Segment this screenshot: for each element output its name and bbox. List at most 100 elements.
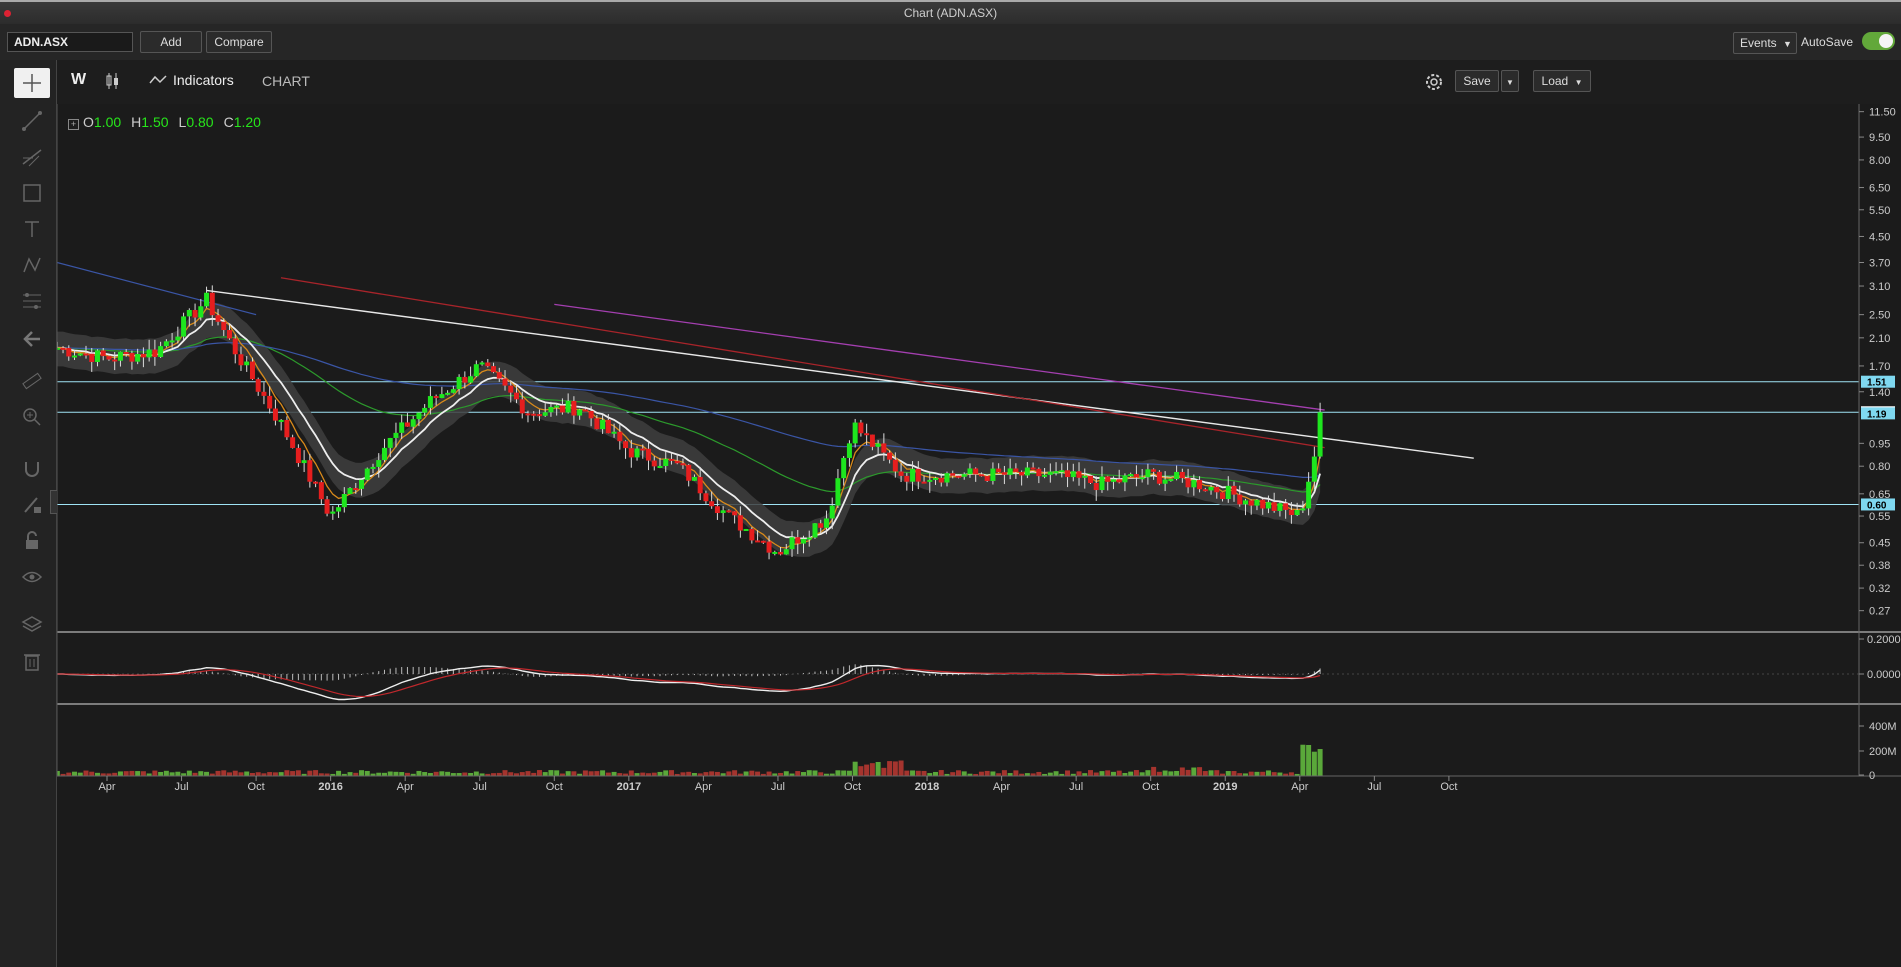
candle-body [60, 347, 66, 350]
symbol-input[interactable] [7, 32, 133, 52]
candle-body [479, 362, 485, 365]
gear-icon[interactable] [1423, 71, 1445, 98]
candle-body [755, 540, 761, 543]
candle [347, 487, 353, 494]
volume-bar [588, 771, 594, 776]
back-arrow-icon[interactable] [14, 324, 50, 354]
candle-body [1300, 508, 1306, 511]
candle-body [927, 479, 933, 482]
candle-body [261, 391, 267, 396]
volume-bar [347, 772, 353, 776]
volume-bar [1145, 770, 1151, 776]
candle-body [169, 340, 175, 343]
indicators-button[interactable]: Indicators [149, 72, 234, 92]
volume-bar [835, 770, 841, 776]
volume-bar [508, 772, 514, 776]
volume-bar [1156, 771, 1162, 776]
volume-bar [898, 760, 904, 776]
candle-body [588, 410, 594, 419]
candle-body [439, 394, 445, 399]
price-chart[interactable]: 11.50 9.50 8.00 6.50 5.50 4.50 3.70 3.10 2.50 2.1… [57, 104, 1901, 967]
volume-bar [904, 770, 910, 776]
save-button[interactable]: Save [1455, 70, 1499, 92]
candle-body [232, 338, 238, 355]
candle-body [1082, 475, 1088, 478]
trash-icon[interactable] [14, 646, 50, 676]
expand-legend-icon[interactable]: + [68, 119, 79, 130]
volume-bar [336, 770, 342, 776]
volume-bar [175, 771, 181, 776]
eye-icon[interactable] [14, 562, 50, 592]
candle-body [691, 476, 697, 481]
candle-body [973, 468, 979, 475]
candle-body [1099, 476, 1105, 491]
volume-bar [1053, 771, 1059, 776]
candle-body [1156, 471, 1162, 484]
candle-body [1116, 479, 1122, 483]
volume-bar [1191, 767, 1197, 776]
trendline-icon[interactable] [14, 106, 50, 136]
candle-body [244, 361, 250, 366]
candle-body [324, 499, 330, 514]
add-button[interactable]: Add [140, 31, 202, 53]
candle-body [1237, 494, 1243, 505]
high-value: 1.50 [141, 114, 169, 130]
interval-selector[interactable]: W [71, 71, 86, 89]
compare-button[interactable]: Compare [206, 31, 272, 53]
fib-icon[interactable] [14, 142, 50, 172]
volume-bar [915, 770, 921, 776]
autosave-label: AutoSave [1801, 35, 1854, 49]
volume-bar [657, 771, 663, 776]
volume-bar [1105, 770, 1111, 776]
candle-body [703, 493, 709, 502]
price-tick-label: 9.50 [1869, 132, 1890, 144]
gann-icon[interactable] [14, 286, 50, 316]
candle-body [651, 460, 657, 467]
candle-body [611, 431, 617, 434]
top-toolbar: Add Compare Events ▼ AutoSave [0, 24, 1901, 61]
lock-icon[interactable] [14, 526, 50, 556]
lock-pencil-icon[interactable] [14, 490, 50, 520]
volume-bar [272, 772, 278, 776]
candle-body [1248, 500, 1254, 506]
volume-bar [1036, 771, 1042, 776]
candle [743, 528, 749, 532]
volume-bar [129, 770, 135, 776]
volume-bar [399, 772, 405, 776]
save-options-button[interactable]: ▼ [1501, 70, 1519, 92]
magnet-icon[interactable] [14, 454, 50, 484]
volume-bar [875, 761, 881, 776]
candlestick-type-icon[interactable] [105, 72, 121, 95]
candle-body [94, 350, 100, 362]
time-tick-label: Oct [1440, 781, 1457, 793]
ruler-icon[interactable] [14, 366, 50, 396]
candle-body [249, 361, 255, 380]
pattern-icon[interactable] [14, 250, 50, 280]
events-dropdown[interactable]: Events ▼ [1733, 32, 1797, 54]
candle-body [1001, 472, 1007, 475]
text-icon[interactable] [14, 214, 50, 244]
candle-body [628, 448, 634, 458]
autosave-toggle[interactable] [1862, 32, 1895, 50]
candle-body [766, 541, 772, 553]
crosshair-icon[interactable] [14, 68, 50, 98]
candle-body [1277, 503, 1283, 511]
candle-body [1311, 456, 1317, 482]
volume-bar [1202, 771, 1208, 776]
volume-bar [1311, 751, 1317, 776]
candle-body [347, 488, 353, 494]
zoom-icon[interactable] [14, 402, 50, 432]
chart-menu[interactable]: CHART [262, 73, 310, 89]
candle-body [559, 405, 565, 413]
volume-bar [1254, 771, 1260, 776]
rectangle-icon[interactable] [14, 178, 50, 208]
volume-bar [502, 770, 508, 776]
volume-bar [416, 770, 422, 776]
layers-icon[interactable] [14, 610, 50, 640]
candle-body [376, 460, 382, 467]
load-dropdown[interactable]: Load ▼ [1533, 70, 1591, 92]
volume-bar [605, 772, 611, 776]
price-tick-label: 2.10 [1869, 333, 1890, 345]
price-tick-label: 3.70 [1869, 257, 1890, 269]
candle-body [106, 356, 112, 360]
